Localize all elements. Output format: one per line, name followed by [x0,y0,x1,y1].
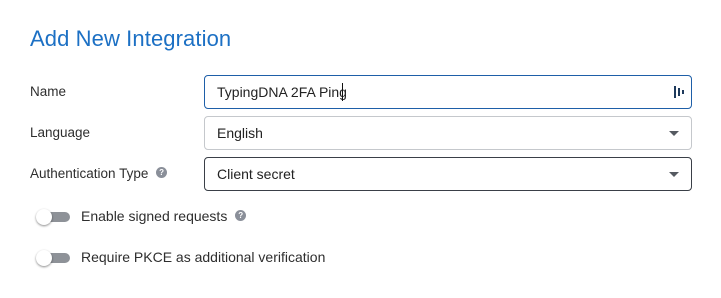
name-field[interactable] [204,75,692,109]
authentication-type-row: Authentication Type ? Client secret [30,157,692,191]
toggle-knob [36,250,52,266]
help-icon[interactable]: ? [235,210,247,221]
language-selected-value: English [217,125,263,141]
authentication-type-selected-value: Client secret [217,166,295,182]
help-icon[interactable]: ? [156,167,168,178]
signed-requests-toggle[interactable] [36,209,72,225]
signed-requests-label-group: Enable signed requests ? [81,208,247,224]
text-cursor [342,83,343,101]
dialog-title: Add New Integration [30,26,232,51]
pkce-label: Require PKCE as additional verification [81,249,326,265]
language-select[interactable]: English [204,116,692,150]
password-manager-icon[interactable] [673,85,685,99]
authentication-type-label-group: Authentication Type ? [30,166,168,181]
signed-requests-label: Enable signed requests [81,208,228,224]
chevron-down-icon [669,131,679,136]
chevron-down-icon [669,172,679,177]
name-row: Name [30,75,692,109]
language-label: Language [30,125,91,140]
toggle-knob [36,209,52,225]
authentication-type-label: Authentication Type [30,166,149,181]
language-row: Language English [30,116,692,150]
pkce-toggle[interactable] [36,250,72,266]
name-label: Name [30,84,67,99]
name-input[interactable] [205,76,677,108]
authentication-type-select[interactable]: Client secret [204,157,692,191]
add-integration-dialog: Add New Integration Name Language Englis… [0,0,721,298]
